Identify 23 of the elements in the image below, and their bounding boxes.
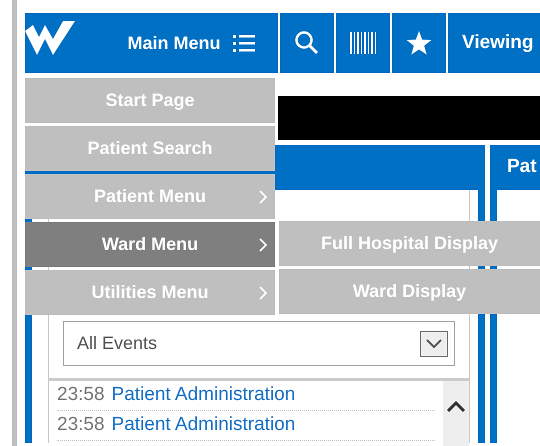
search-icon[interactable] xyxy=(294,30,320,56)
menu-item[interactable]: Patient Menu xyxy=(25,174,275,219)
menu-item[interactable]: Utilities Menu xyxy=(25,270,275,315)
event-link[interactable]: Patient Administration xyxy=(112,381,296,410)
menu-item[interactable]: Patient Search xyxy=(25,126,275,171)
chevron-right-icon xyxy=(259,238,267,252)
chevron-down-icon xyxy=(426,339,442,348)
scrollbar[interactable] xyxy=(443,381,469,446)
star-icon[interactable] xyxy=(406,30,432,56)
menu-icon xyxy=(232,34,254,52)
submenu-item[interactable]: Full Hospital Display xyxy=(279,221,540,266)
submenu-item[interactable]: Ward Display xyxy=(279,269,540,314)
event-filter-dropdown[interactable]: All Events xyxy=(63,321,455,366)
event-link[interactable]: Patient Administration xyxy=(112,411,296,440)
barcode-icon[interactable] xyxy=(350,32,376,54)
main-menu-button[interactable]: Main Menu xyxy=(105,13,278,73)
menu-item[interactable]: Ward Menu xyxy=(25,222,275,267)
event-time: 23:58 xyxy=(57,383,105,408)
chevron-right-icon xyxy=(259,286,267,300)
chevron-right-icon xyxy=(259,190,267,204)
event-time: 23:58 xyxy=(57,413,105,438)
viewing-label: Viewing xyxy=(446,13,540,73)
caret-up-icon[interactable] xyxy=(447,401,465,412)
